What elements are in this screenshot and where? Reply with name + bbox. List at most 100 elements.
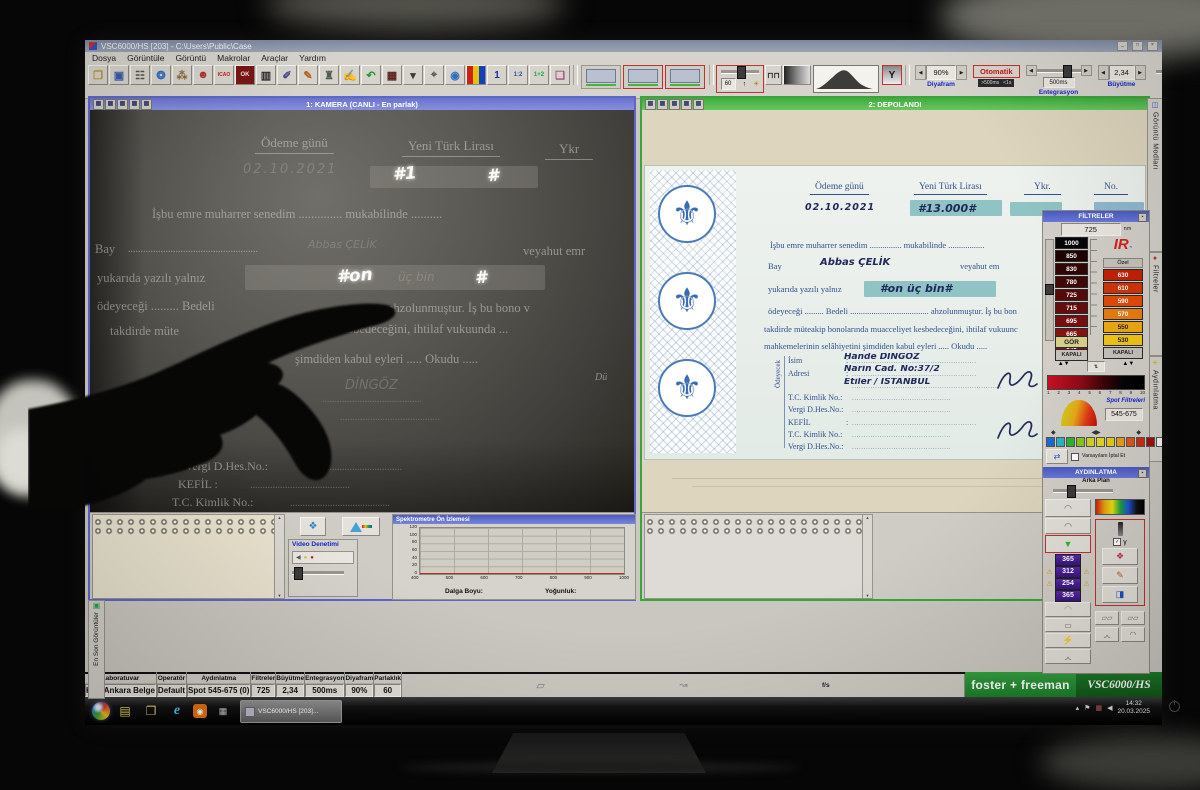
layout-button[interactable]	[581, 65, 621, 89]
active-spot-lamp-button[interactable]: ▼	[1045, 535, 1091, 553]
filter-slider[interactable]	[1045, 239, 1054, 341]
close-button[interactable]: ×	[1147, 41, 1158, 51]
toolbar-icon[interactable]: ♜	[319, 65, 339, 85]
aperture-down[interactable]: ◀	[915, 65, 926, 80]
menu-item[interactable]: Araçlar	[261, 53, 288, 63]
stored-window-titlebar[interactable]: ▦▦▦▦▦ 2: DEPOLANDI	[642, 98, 1148, 110]
toolbar-icon[interactable]: ⌖	[424, 65, 444, 85]
menu-item[interactable]: Yardım	[299, 53, 326, 63]
annotate-button[interactable]: ✎	[1102, 567, 1138, 584]
up-arrow-icon[interactable]: ↑	[743, 81, 747, 88]
pin-icon[interactable]: ▪	[1138, 469, 1147, 478]
transfer-icon[interactable]: ⇄	[1046, 449, 1068, 464]
window-tool-icon[interactable]: ▦	[645, 99, 656, 110]
swatch-button[interactable]	[1116, 437, 1125, 447]
start-button[interactable]	[92, 702, 110, 720]
menu-item[interactable]: Görüntü	[175, 53, 206, 63]
toolbar-icon[interactable]: ❏	[550, 65, 570, 85]
diamond-right-button[interactable]: ◆	[1136, 429, 1141, 436]
integration-left[interactable]: ◀	[1026, 65, 1037, 76]
media-app-icon[interactable]: ◉	[193, 704, 207, 718]
window-tool-icon[interactable]: ▦	[105, 99, 116, 110]
layout-button[interactable]	[665, 65, 705, 89]
swatch-button[interactable]	[1076, 437, 1085, 447]
toolbar-icon[interactable]: ▦	[382, 65, 402, 85]
menu-item[interactable]: Makrolar	[217, 53, 250, 63]
window-tool-icon[interactable]: ▦	[129, 99, 140, 110]
capture-settings-button[interactable]: ❖	[1102, 548, 1138, 565]
integration-slider[interactable]	[1063, 65, 1072, 78]
uv-lamp-button[interactable]: 365	[1055, 554, 1081, 566]
toolbar-icon[interactable]: ✍	[340, 65, 360, 85]
filter-button[interactable]: 610	[1103, 282, 1143, 294]
toolbar-icon[interactable]: ◉	[445, 65, 465, 85]
arrows-button[interactable]: ◀▶	[1091, 429, 1100, 436]
angle-lamp-button[interactable]: ▱▱	[1095, 611, 1119, 625]
aperture-up[interactable]: ▶	[956, 65, 967, 80]
window-tool-icon[interactable]: ▦	[657, 99, 668, 110]
auto-button[interactable]: Otomatik	[973, 65, 1020, 78]
toolbar-icon[interactable]: 1+2	[529, 65, 549, 85]
glancing-lamp-button[interactable]: ◠	[1121, 627, 1145, 642]
uv-lamp-button[interactable]: 365	[1055, 590, 1081, 602]
magnification-down[interactable]: ◀	[1098, 65, 1109, 80]
filter-button[interactable]: 695	[1055, 315, 1088, 327]
toolbar-icon[interactable]: ❂	[151, 65, 171, 85]
filter-off-button[interactable]: KAPALI	[1103, 347, 1143, 359]
filmstrip-gallery[interactable]	[644, 514, 864, 599]
toolbar-icon[interactable]: 1:2	[508, 65, 528, 85]
network-icon[interactable]: ▦	[1095, 704, 1102, 712]
toolbar-icon[interactable]: ↶	[361, 65, 381, 85]
angle-lamp-button[interactable]: ▱▱	[1121, 611, 1145, 625]
uv-lamp-button[interactable]: 254	[1055, 578, 1081, 590]
gamma-checkbox[interactable]: ✓	[1113, 538, 1121, 546]
filmstrip-scrollbar[interactable]: ▲▼	[862, 514, 873, 599]
aperture-value[interactable]: 90%	[926, 65, 956, 80]
images-button[interactable]: ❖	[300, 517, 326, 536]
explorer-icon[interactable]: ❐	[143, 703, 159, 719]
toolbar-icon[interactable]: ICAO	[214, 65, 234, 85]
swatch-button[interactable]	[1096, 437, 1105, 447]
integration-marks-icon[interactable]: ⊓⊓	[765, 65, 782, 85]
illumination-panel-titlebar[interactable]: AYDINLATMA ▪	[1043, 467, 1149, 478]
illumination-slider[interactable]	[1067, 485, 1076, 498]
pin-icon[interactable]: ▪	[1138, 213, 1147, 222]
flash-button[interactable]: ⚡	[1045, 633, 1091, 648]
toolbar-icon[interactable]: ❐	[88, 65, 108, 85]
maximize-button[interactable]: □	[1132, 41, 1143, 51]
cancel-default-checkbox[interactable]	[1071, 453, 1079, 461]
toolbar-icon[interactable]: ✐	[277, 65, 297, 85]
play-icon[interactable]: ◀	[296, 554, 301, 561]
filter-button[interactable]: 630	[1103, 269, 1143, 281]
toolbar-icon[interactable]: ▥	[256, 65, 276, 85]
camera-window-titlebar[interactable]: ▦▦▦▦▦ 1: KAMERA (CANLI - En parlak)	[90, 98, 634, 110]
swatch-button[interactable]	[1056, 437, 1065, 447]
window-tool-icon[interactable]: ▦	[141, 99, 152, 110]
histogram-small-icon[interactable]	[783, 65, 811, 85]
power-button[interactable]	[1169, 701, 1180, 712]
window-tool-icon[interactable]: ▦	[681, 99, 692, 110]
app-titlebar[interactable]: VSC6000/HS [203] - C:\Users\Public\Case …	[85, 40, 1162, 52]
layout-button[interactable]	[623, 65, 663, 89]
menu-item[interactable]: Görüntüle	[127, 53, 164, 63]
brightness-icon[interactable]: ☀	[753, 80, 759, 88]
action-center-icon[interactable]: ⚑	[1084, 704, 1090, 712]
swatch-button[interactable]	[1146, 437, 1155, 447]
toolbar-icon[interactable]: ✎	[298, 65, 318, 85]
exposure-slider[interactable]	[737, 66, 746, 79]
sticky-notes-icon[interactable]: ▤	[117, 703, 133, 719]
swatch-button[interactable]	[1156, 437, 1162, 447]
filter-button[interactable]: 850	[1055, 250, 1088, 262]
overhead-lamps-button[interactable]: ◜◝	[1045, 499, 1091, 517]
diamond-left-button[interactable]: ◆	[1051, 429, 1056, 436]
tab-recent-images[interactable]: ▣ En Son Görüntüler	[88, 600, 105, 699]
minimize-button[interactable]: _	[1117, 41, 1128, 51]
tray-expand-icon[interactable]: ▴	[1076, 704, 1080, 712]
filter-off-button[interactable]: KAPALI	[1055, 349, 1088, 361]
dome-lamp-button[interactable]: ◠	[1045, 602, 1091, 617]
vsc-app-icon[interactable]: ▦	[215, 703, 231, 719]
transmitted-lamp-button[interactable]: ▭	[1045, 618, 1091, 632]
record-icon[interactable]: ●	[310, 555, 314, 561]
browser-icon[interactable]: e	[169, 703, 185, 719]
visible-filter-button[interactable]: GÖR	[1055, 336, 1088, 348]
